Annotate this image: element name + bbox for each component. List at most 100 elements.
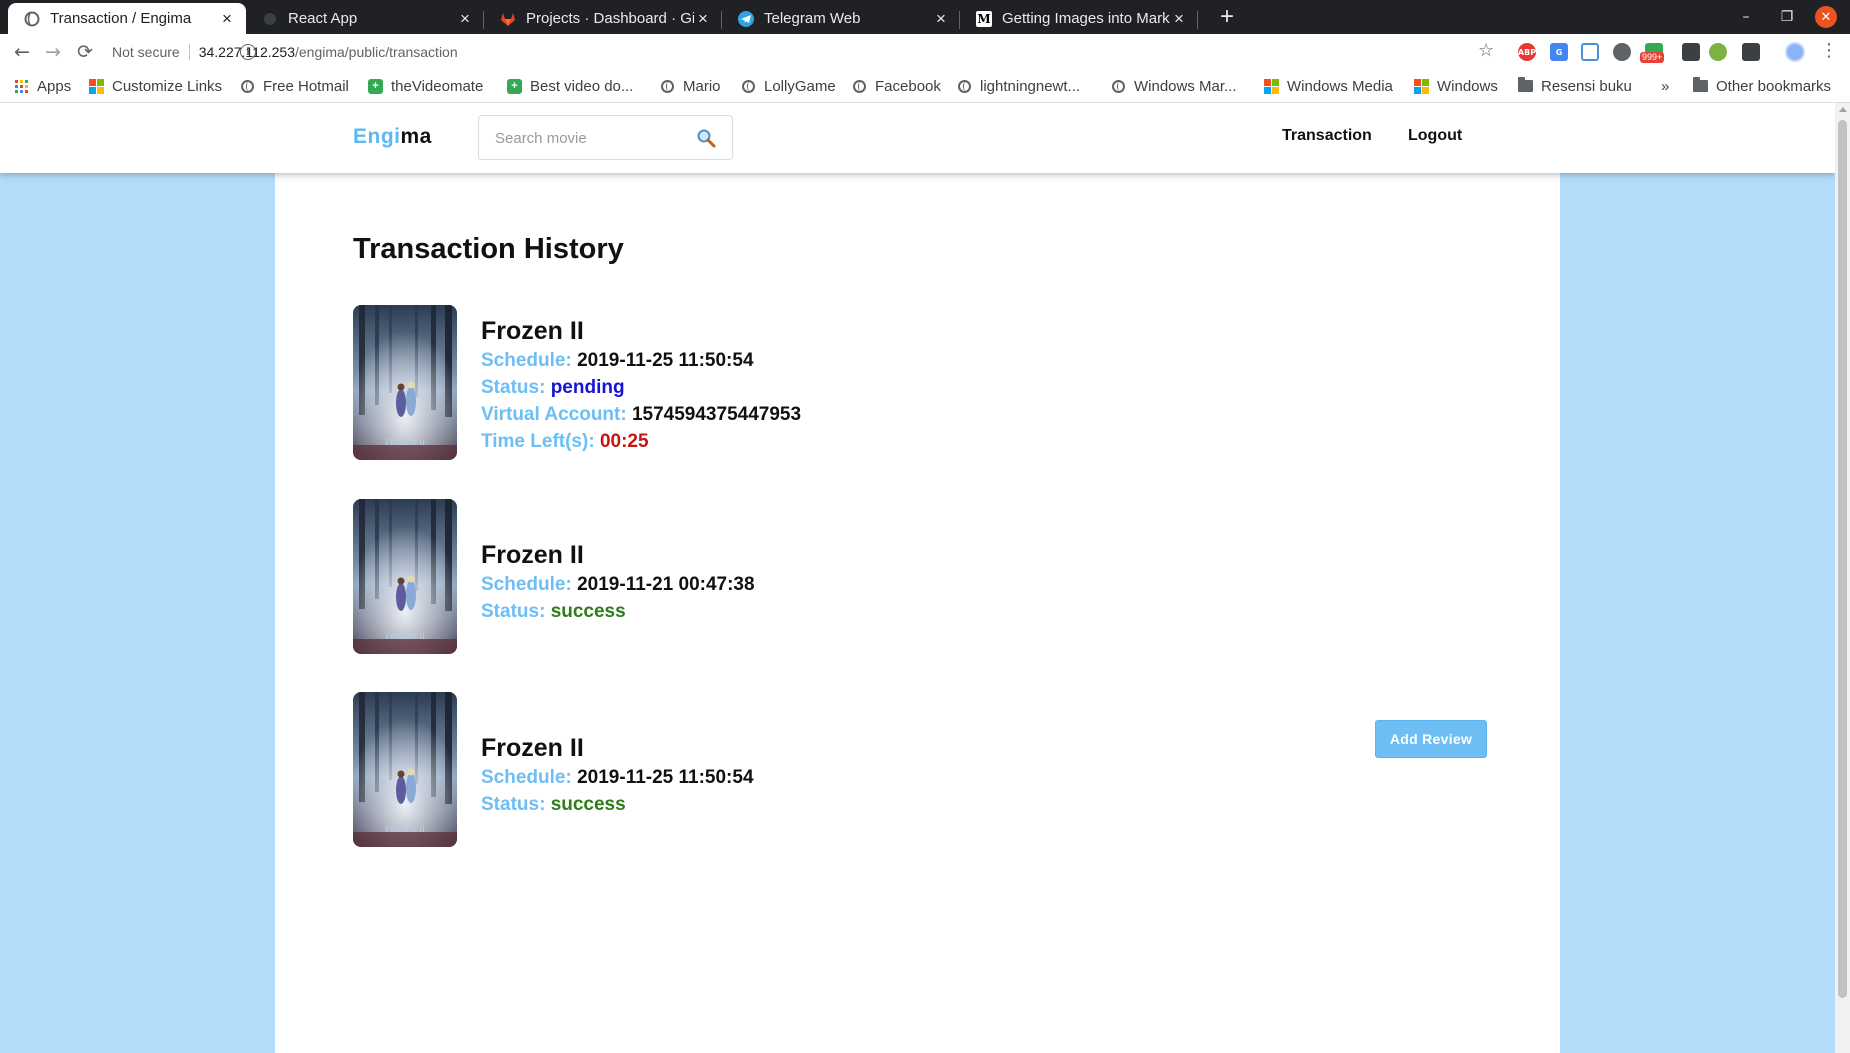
search-box (478, 115, 733, 160)
bookmark-resensi-buku[interactable]: Resensi buku (1518, 75, 1632, 97)
search-icon[interactable] (695, 127, 717, 149)
bookmark-best-video[interactable]: + Best video do... (507, 75, 633, 97)
svg-text:FROZEN II: FROZEN II (385, 633, 425, 641)
logo-text: ma (400, 125, 432, 148)
bookmark-label: Windows Mar... (1134, 77, 1237, 95)
windows-icon (89, 78, 104, 94)
browser-menu-icon[interactable]: ⋮ (1820, 40, 1838, 61)
bookmark-label: Windows Media (1287, 77, 1393, 95)
status-value: success (550, 794, 626, 815)
scrollbar-thumb[interactable] (1838, 120, 1847, 998)
status-value: pending (550, 377, 625, 398)
bookmark-free-hotmail[interactable]: Free Hotmail (240, 75, 349, 97)
globe-icon (660, 79, 675, 94)
bookmarks-overflow-chevron-icon[interactable]: » (1661, 75, 1669, 97)
close-window-icon[interactable]: ✕ (1815, 6, 1837, 28)
tab-telegram-web[interactable]: Telegram Web × (722, 3, 960, 34)
bookmark-windows[interactable]: Windows (1414, 75, 1498, 97)
adblock-plus-icon[interactable]: ABP (1518, 43, 1536, 61)
movie-title: Frozen II (481, 734, 584, 762)
nav-logout-link[interactable]: Logout (1408, 127, 1462, 145)
tab-gitlab-projects[interactable]: Projects · Dashboard · GitLab × (484, 3, 722, 34)
recycle-extension-icon[interactable] (1709, 43, 1727, 61)
bookmark-label: Best video do... (530, 77, 634, 95)
bookmark-label: Facebook (875, 77, 941, 95)
window-extension-icon[interactable] (1581, 43, 1599, 61)
address-bar[interactable]: i Not secure 34.227.112.253/engima/publi… (112, 37, 1502, 67)
page-title: Transaction History (353, 233, 624, 265)
close-tab-icon[interactable]: × (1170, 9, 1188, 29)
reload-icon[interactable]: ⟳ (73, 40, 97, 64)
movie-poster[interactable]: FROZEN II (353, 305, 457, 460)
tab-title: Transaction / Engima (50, 10, 192, 27)
bookmark-label: Mario (683, 77, 721, 95)
browser-tab-strip: Transaction / Engima × React App × Proje… (0, 0, 1850, 34)
restore-window-icon[interactable]: ❐ (1774, 4, 1800, 30)
close-tab-icon[interactable]: × (932, 9, 950, 29)
bookmark-mario[interactable]: Mario (660, 75, 721, 97)
tab-title: Getting Images into Markdown (1002, 10, 1170, 27)
bookmarks-bar: Apps Customize Links Free Hotmail + theV… (0, 70, 1850, 103)
transaction-item: FROZEN II Frozen II Schedule: 2019-11-21… (353, 499, 1483, 655)
document-extension-icon[interactable] (1742, 43, 1760, 61)
globe-icon (957, 79, 972, 94)
transaction-info: Frozen II Schedule: 2019-11-25 11:50:54 … (481, 315, 801, 455)
movie-title: Frozen II (481, 317, 584, 345)
info-icon[interactable]: i (240, 44, 256, 60)
medium-icon: M (976, 10, 992, 27)
logo-text-accent: Engi (353, 125, 401, 148)
bookmark-lollygame[interactable]: LollyGame (741, 75, 836, 97)
address-divider (188, 44, 190, 60)
tab-title: React App (288, 10, 358, 27)
globe-icon (1111, 79, 1126, 94)
close-tab-icon[interactable]: × (456, 9, 474, 29)
bookmark-customize-links[interactable]: Customize Links (89, 75, 222, 97)
globe-icon (240, 79, 255, 94)
time-left-value: 00:25 (599, 431, 649, 452)
tab-getting-images-markdown[interactable]: M Getting Images into Markdown × (960, 3, 1198, 34)
schedule-value: 2019-11-21 00:47:38 (577, 574, 755, 595)
pen-extension-icon[interactable] (1682, 43, 1700, 61)
back-arrow-icon[interactable]: ← (10, 40, 34, 64)
transaction-info: Frozen II Schedule: 2019-11-21 00:47:38 … (481, 539, 755, 625)
extension-badge: 999+ (1640, 52, 1665, 63)
bookmark-lightningnewt[interactable]: lightningnewt... (957, 75, 1080, 97)
svg-text:FROZEN II: FROZEN II (385, 439, 425, 447)
windows-icon (1414, 78, 1429, 94)
translate-icon[interactable]: G (1550, 43, 1568, 61)
close-tab-icon[interactable]: × (694, 9, 712, 29)
bookmark-apps[interactable]: Apps (14, 75, 71, 97)
movie-poster[interactable]: FROZEN II (353, 692, 457, 847)
tab-transaction-engima[interactable]: Transaction / Engima × (8, 3, 246, 34)
bookmark-windows-mar[interactable]: Windows Mar... (1111, 75, 1237, 97)
new-tab-button[interactable]: + (1214, 3, 1240, 30)
nav-transaction-link[interactable]: Transaction (1282, 127, 1372, 145)
search-input[interactable] (495, 127, 685, 149)
status-row: Status: success (481, 791, 754, 818)
folder-icon (1693, 77, 1708, 94)
status-label: Status: (481, 377, 546, 398)
bookmark-facebook[interactable]: Facebook (852, 75, 941, 97)
status-label: Status: (481, 794, 546, 815)
bookmark-star-icon[interactable]: ☆ (1478, 40, 1494, 61)
profile-avatar-icon[interactable] (1785, 42, 1805, 62)
people-extension-icon[interactable] (1613, 43, 1631, 61)
bookmark-windows-media[interactable]: Windows Media (1264, 75, 1393, 97)
virtual-account-label: Virtual Account: (481, 404, 627, 425)
bookmark-label: Other bookmarks (1716, 77, 1832, 95)
main-content: Transaction History FROZEN II Frozen II … (275, 173, 1560, 1053)
minimize-window-icon[interactable]: – (1733, 4, 1759, 30)
security-indicator: Not secure (112, 44, 180, 60)
virtual-account-row: Virtual Account: 1574594375447953 (481, 401, 801, 428)
scroll-up-arrow-icon[interactable] (1839, 107, 1847, 112)
other-bookmarks[interactable]: Other bookmarks (1693, 75, 1831, 97)
close-tab-icon[interactable]: × (218, 9, 236, 29)
forward-arrow-icon[interactable]: → (41, 40, 65, 64)
bookmark-thevideomate[interactable]: + theVideomate (368, 75, 483, 97)
tab-react-app[interactable]: React App × (246, 3, 484, 34)
site-logo[interactable]: Engima (353, 125, 432, 149)
schedule-row: Schedule: 2019-11-25 11:50:54 (481, 764, 754, 791)
page-scrollbar[interactable] (1835, 103, 1850, 1053)
movie-poster[interactable]: FROZEN II (353, 499, 457, 654)
react-icon (262, 11, 278, 27)
